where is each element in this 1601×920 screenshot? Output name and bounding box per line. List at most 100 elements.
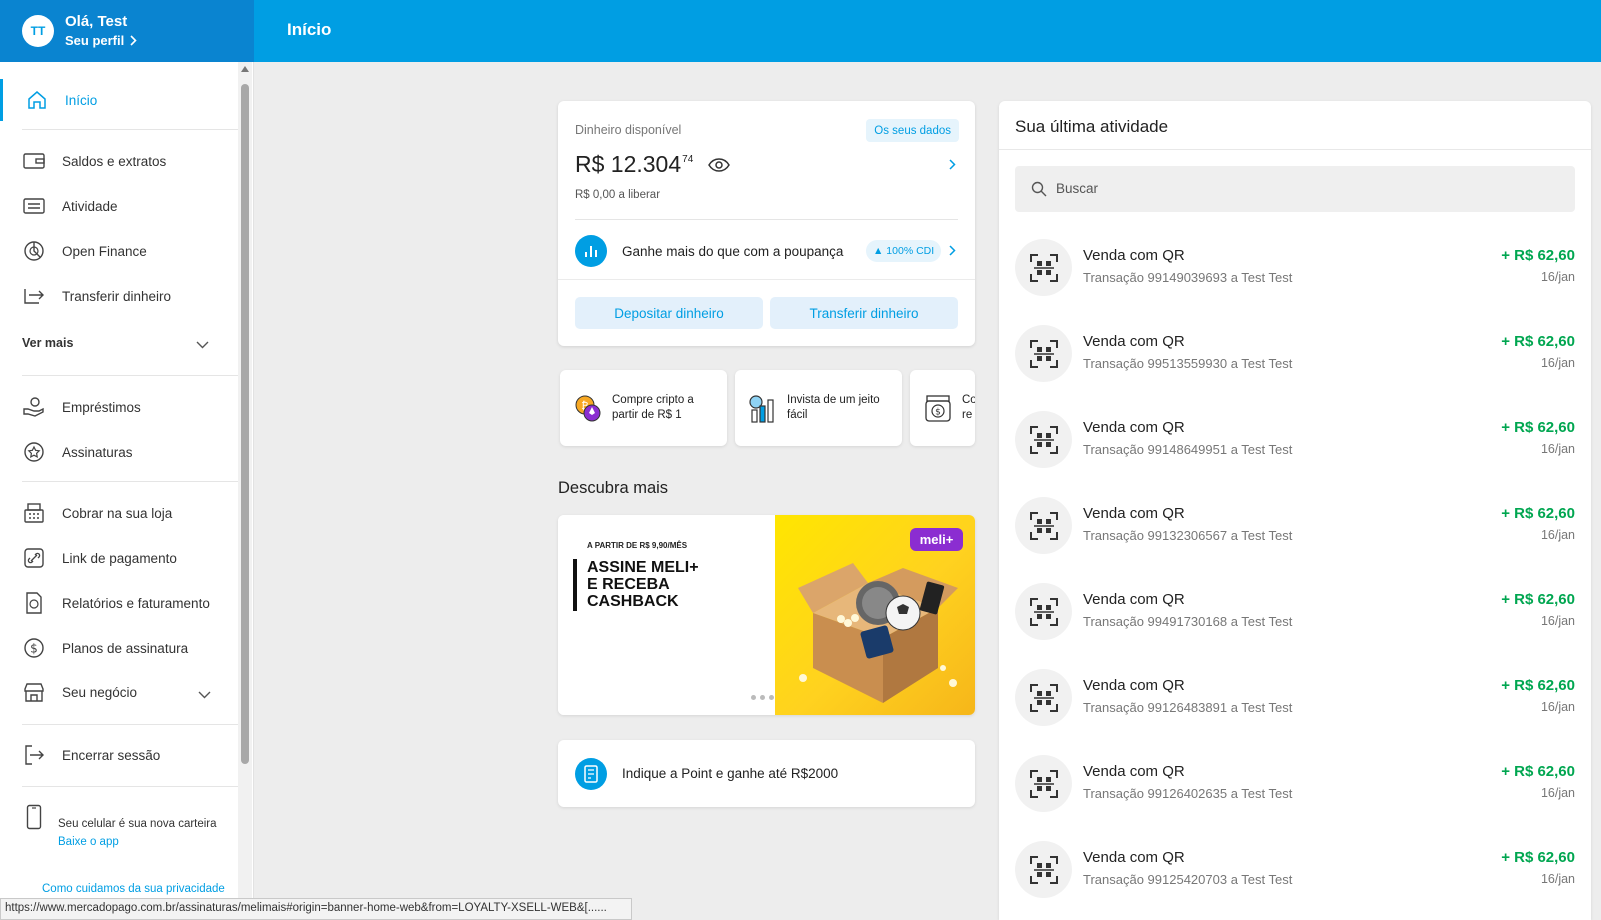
transaction-amount: + R$ 62,60 [1501,763,1575,780]
transaction-row[interactable]: Venda com QR Transação 99149039693 a Test… [1015,237,1575,325]
banner-line-3: CASHBACK [587,593,679,610]
sidebar-item-cobrar[interactable]: Cobrar na sua loja [0,492,238,534]
transaction-row[interactable]: Venda com QR Transação 99491730168 a Test… [1015,581,1575,669]
divider [22,129,238,130]
savings-promo-text[interactable]: Ganhe mais do que com a poupança [622,244,843,259]
transaction-row[interactable]: Venda com QR Transação 99126483891 a Test… [1015,667,1575,755]
transaction-subtitle: Transação 99148649951 a Test Test [1083,442,1293,457]
transaction-date: 16/jan [1540,528,1575,542]
transaction-row[interactable]: Venda com QR Transação 99513559930 a Test… [1015,323,1575,411]
quick-action-invest[interactable]: Invista de um jeito fácil [735,370,902,446]
transaction-row[interactable]: Venda com QR Transação 99125420703 a Test… [1015,839,1575,920]
transaction-date: 16/jan [1540,442,1575,456]
transaction-row[interactable]: Venda com QR Transação 99126402635 a Test… [1015,753,1575,841]
privacy-link[interactable]: Como cuidamos da sua privacidade [42,883,225,895]
qr-code-icon [1015,583,1072,640]
chevron-down-icon[interactable] [198,691,211,699]
data-pill-button[interactable]: Os seus dados [866,119,959,142]
quick-action-partial[interactable]: $ Co re [910,370,975,446]
transfer-button[interactable]: Transferir dinheiro [770,297,958,329]
register-icon [22,501,46,525]
loan-hand-icon [22,395,46,419]
activity-panel: Sua última atividade Buscar Venda com QR… [999,101,1591,920]
sidebar-item-label: Planos de assinatura [62,640,189,656]
money-jar-icon: $ [925,395,951,422]
svg-text:$: $ [935,408,941,418]
point-referral-card[interactable]: Indique a Point e ganhe até R$2000 [558,740,975,807]
transaction-subtitle: Transação 99126483891 a Test Test [1083,700,1293,715]
qr-code-icon [1015,841,1072,898]
sidebar-item-planos[interactable]: $ Planos de assinatura [0,627,238,669]
gift-box-illustration [798,563,958,703]
balance-card: Dinheiro disponível Os seus dados R$ 12.… [558,101,975,346]
sidebar-item-assinaturas[interactable]: Assinaturas [0,431,238,473]
sidebar-item-label: Cobrar na sua loja [62,505,173,521]
avatar[interactable]: TT [22,15,54,47]
sidebar-item-transferir[interactable]: Transferir dinheiro [0,275,238,317]
transaction-amount: + R$ 62,60 [1501,419,1575,436]
scroll-thumb[interactable] [241,84,249,764]
quick-action-crypto[interactable]: ₿ Compre cripto a partir de R$ 1 [560,370,727,446]
sidebar-item-link-pagamento[interactable]: Link de pagamento [0,537,238,579]
transaction-subtitle: Transação 99125420703 a Test Test [1083,872,1293,887]
ver-mais-toggle[interactable]: Ver mais [22,336,73,350]
eye-icon[interactable] [708,158,730,172]
sidebar-item-open-finance[interactable]: Open Finance [0,230,238,272]
sidebar-scrollbar[interactable] [238,62,252,920]
transaction-title: Venda com QR [1083,763,1185,780]
transaction-date: 16/jan [1540,700,1575,714]
banner-accent-bar [573,559,577,611]
transaction-subtitle: Transação 99491730168 a Test Test [1083,614,1293,629]
sidebar: Início Saldos e extratos Atividade Open … [0,62,254,920]
pending-amount: R$ 0,00 a liberar [575,189,661,201]
transaction-title: Venda com QR [1083,849,1185,866]
divider [22,375,238,376]
divider [22,724,238,725]
banner-line-1: ASSINE MELI+ [587,559,699,576]
meli-plus-banner[interactable]: A PARTIR DE R$ 9,90/MÊS ASSINE MELI+ E R… [558,515,975,715]
transaction-date: 16/jan [1540,786,1575,800]
search-input[interactable]: Buscar [1056,181,1098,196]
transaction-date: 16/jan [1540,614,1575,628]
sidebar-item-inicio[interactable]: Início [0,79,238,121]
discover-title: Descubra mais [558,479,669,497]
balance-cents: 74 [682,154,694,165]
chevron-right-icon[interactable] [949,245,956,256]
qr-code-icon [1015,411,1072,468]
transaction-amount: + R$ 62,60 [1501,849,1575,866]
profile-header[interactable]: TT Olá, Test Seu perfil [0,0,254,62]
sidebar-item-relatorios[interactable]: Relatórios e faturamento [0,582,238,624]
sidebar-item-saldos[interactable]: Saldos e extratos [0,140,238,182]
transaction-subtitle: Transação 99132306567 a Test Test [1083,528,1293,543]
transaction-row[interactable]: Venda com QR Transação 99148649951 a Test… [1015,409,1575,497]
banner-subtitle: A PARTIR DE R$ 9,90/MÊS [587,541,688,550]
transaction-row[interactable]: Venda com QR Transação 99132306567 a Test… [1015,495,1575,583]
sidebar-item-atividade[interactable]: Atividade [0,185,238,227]
transaction-title: Venda com QR [1083,591,1185,608]
browser-status-url: https://www.mercadopago.com.br/assinatur… [0,898,632,920]
activity-search[interactable]: Buscar [1015,166,1575,212]
sidebar-item-encerrar[interactable]: Encerrar sessão [0,734,238,776]
divider [575,219,958,220]
carousel-dots[interactable] [751,695,774,700]
chevron-right-icon[interactable] [949,159,956,170]
download-app-link[interactable]: Baixe o app [58,836,119,848]
search-icon [1031,181,1047,197]
qr-code-icon [1015,497,1072,554]
balance-amount-value: R$ 12.304 [575,151,682,177]
transaction-date: 16/jan [1540,270,1575,284]
sidebar-item-label: Seu negócio [62,684,138,700]
banner-image: meli+ [775,515,975,715]
chevron-down-icon[interactable] [196,341,209,349]
divider [558,279,975,280]
sidebar-item-emprestimos[interactable]: Empréstimos [0,386,238,428]
app-promo-text: Seu celular é sua nova carteira [58,818,217,830]
report-icon [22,591,46,615]
cdi-badge: ▲ 100% CDI [866,240,942,262]
profile-link-label: Seu perfil [65,33,125,48]
deposit-button[interactable]: Depositar dinheiro [575,297,763,329]
scroll-up-arrow-icon[interactable] [241,66,249,72]
transaction-date: 16/jan [1540,872,1575,886]
sidebar-item-label: Open Finance [62,243,147,259]
profile-link[interactable]: Seu perfil [65,33,137,48]
